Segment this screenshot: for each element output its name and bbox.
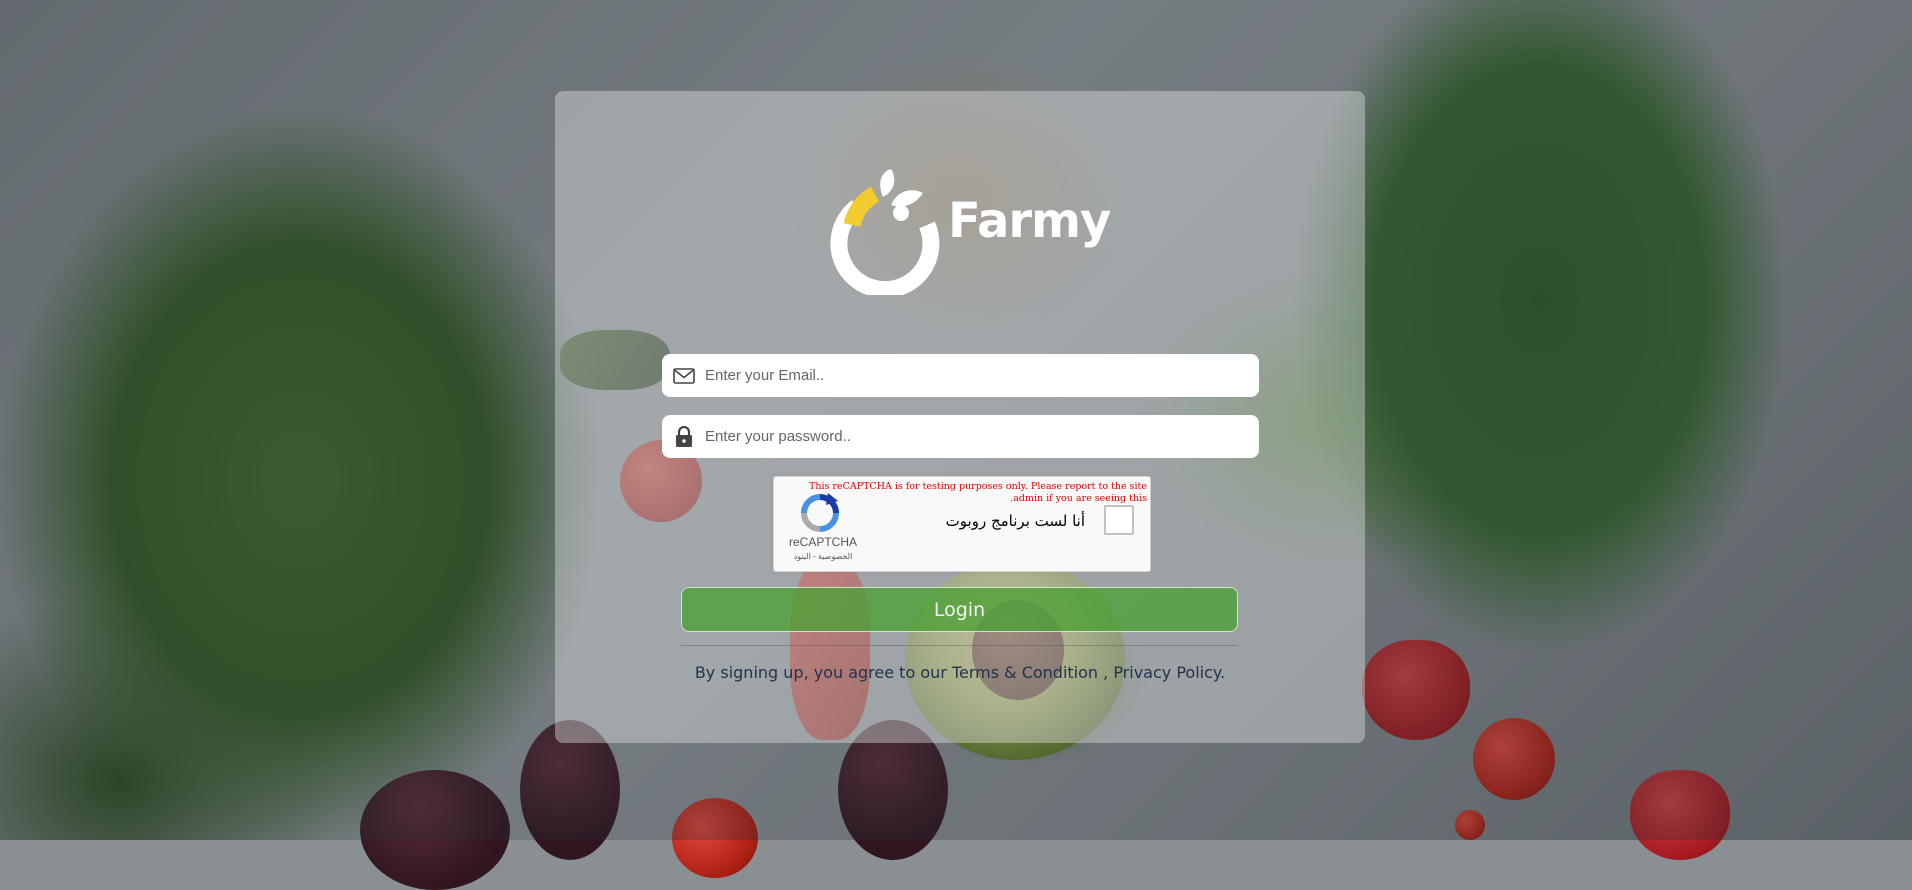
recaptcha-logo-icon (801, 493, 839, 532)
recaptcha-widget: This reCAPTCHA is for testing purposes o… (773, 476, 1151, 572)
email-input[interactable] (703, 353, 1259, 398)
password-input[interactable] (703, 414, 1259, 459)
lock-icon (672, 425, 696, 449)
recaptcha-links: الخصوصية - البنود (788, 552, 858, 561)
password-field[interactable] (662, 414, 1259, 459)
email-field[interactable] (662, 353, 1259, 398)
terms-separator: , (1098, 663, 1114, 682)
brand-name: Farmy (948, 193, 1111, 249)
recaptcha-privacy-link[interactable]: الخصوصية (818, 552, 852, 561)
recaptcha-brand: reCAPTCHA (788, 535, 857, 549)
terms-notice: By signing up, you agree to our Terms & … (555, 663, 1365, 682)
privacy-link[interactable]: Privacy Policy. (1113, 663, 1225, 682)
login-button[interactable]: Login (681, 587, 1238, 632)
recaptcha-checkbox[interactable] (1104, 505, 1134, 535)
brand-logo: Farmy (827, 167, 1111, 299)
terms-link[interactable]: Terms & Condition (952, 663, 1098, 682)
envelope-icon (672, 364, 696, 388)
login-card: Farmy This reCAPTCHA is for testing purp… (555, 91, 1365, 743)
recaptcha-links-separator: - (810, 552, 818, 561)
recaptcha-terms-link[interactable]: البنود (794, 552, 811, 561)
terms-prefix: By signing up, you agree to our (694, 663, 952, 682)
divider (681, 645, 1238, 646)
recaptcha-label: أنا لست برنامج روبوت (945, 512, 1085, 530)
farmy-logo-icon (830, 169, 940, 299)
